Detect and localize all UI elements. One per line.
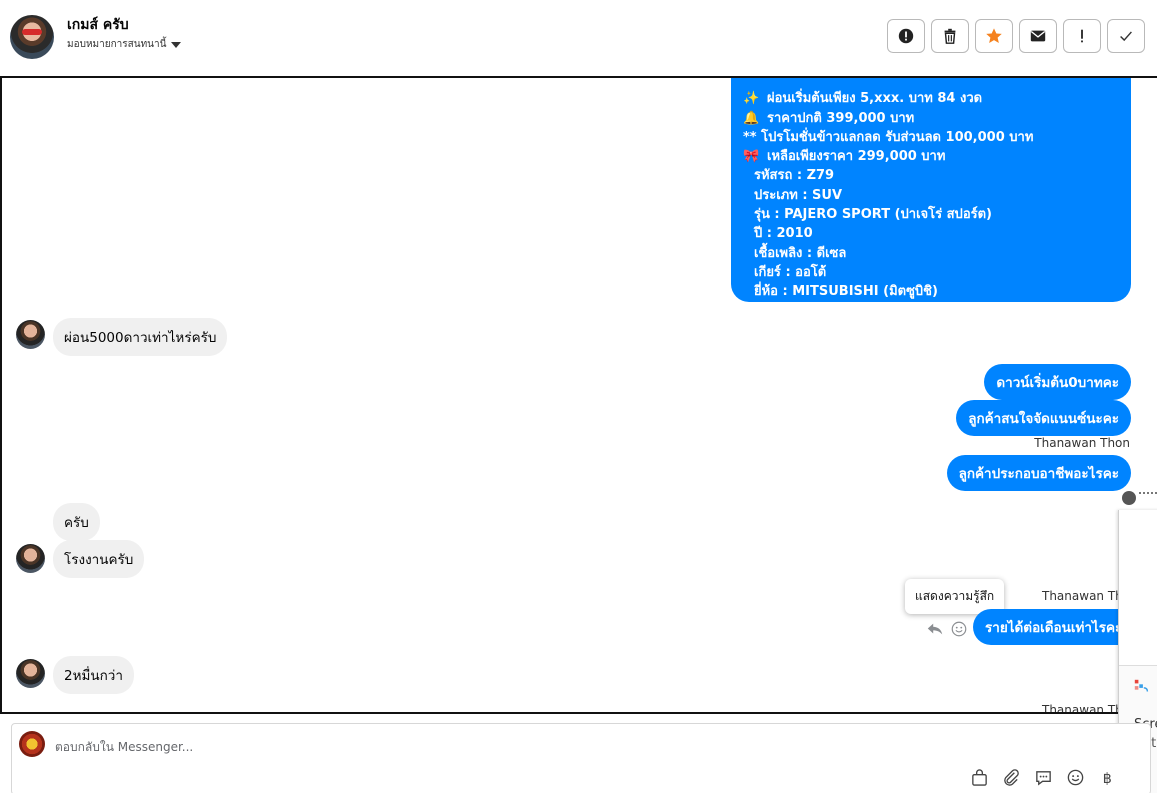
reply-input[interactable]: ตอบกลับใน Messenger... [55,738,193,757]
incoming-message[interactable]: ผ่อน5000ดาวเท่าไหร่ครับ [53,318,228,356]
offer-line: ** โปรโมชั่นข้าวแลกลด รับส่วนลด 100,000 … [743,128,1119,147]
check-icon [1120,31,1132,42]
follow-up-button[interactable] [1063,19,1101,53]
offer-line-text: ผ่อนเริ่มต้นเพียง 5,xxx. บาท 84 งวด [767,91,983,107]
outgoing-message[interactable]: รายได้ต่อเดือนเท่าไรคะ [973,609,1135,645]
offer-line: 🎀 เหลือเพียงราคา 299,000 บาท [743,147,1119,166]
contact-avatar[interactable] [10,15,54,59]
sender-name: Thanawan Tho [1042,589,1131,603]
assign-conversation-dropdown[interactable]: มอบหมายการสนทนานี้ [67,37,182,52]
contact-avatar-small[interactable] [16,320,45,349]
spam-button[interactable] [887,19,925,53]
trash-icon [944,28,956,44]
mini-avatar [1122,491,1136,505]
outgoing-message[interactable]: ดาวน์เริ่มต้น0บาทคะ [984,364,1131,400]
envelope-icon [1030,30,1046,42]
conversation-header: เกมส์ ครับ มอบหมายการสนทนานี้ [0,0,1157,76]
alert-circle-icon [898,28,914,44]
shopping-bag-icon[interactable] [970,768,989,787]
contact-avatar-small[interactable] [16,659,45,688]
bell-icon: 🔔 [743,110,760,126]
composer-toolbar: ฿ [970,768,1117,787]
incoming-message[interactable]: โรงงานครับ [53,540,145,578]
saved-reply-icon[interactable] [1034,768,1053,787]
spec-line: ประเภท : SUV [754,187,843,203]
offer-line: 🔔 ราคาปกติ 399,000 บาท [743,109,1119,128]
smiley-icon[interactable] [950,620,968,638]
paperclip-icon[interactable] [1002,768,1021,787]
spec-line: รหัสรถ : Z79 [754,168,835,184]
app-logo-icon [1134,679,1149,692]
offer-message-bubble[interactable]: ✨ ผ่อนเริ่มต้นเพียง 5,xxx. บาท 84 งวด 🔔 รา… [731,78,1131,302]
spec-line: เชื้อเพลิง : ดีเซล [754,245,847,261]
caret-down-icon [171,41,182,48]
offer-line [743,78,1119,89]
message-actions [926,620,968,638]
mark-unread-button[interactable] [1019,19,1057,53]
reply-composer[interactable]: ตอบกลับใน Messenger... ฿ [11,723,1151,793]
incoming-message[interactable]: ครับ [53,503,100,541]
ribbon-icon: 🎀 [743,149,760,165]
reply-icon[interactable] [926,620,944,638]
star-icon [986,28,1002,44]
contact-avatar-small[interactable] [16,544,45,573]
spec-line: ยี่ห้อ : MITSUBISHI (มิตซูบิชิ) [754,284,938,300]
offer-line: ✨ ผ่อนเริ่มต้นเพียง 5,xxx. บาท 84 งวด [743,89,1119,108]
spec-line: เกียร์ : ออโต้ [754,264,827,280]
outgoing-message[interactable]: ลูกค้าสนใจจัดแนนซ์นะคะ [956,400,1131,436]
contact-name[interactable]: เกมส์ ครับ [67,14,129,36]
assign-conversation-label: มอบหมายการสนทนานี้ [67,39,167,50]
offer-line-text: เหลือเพียงราคา 299,000 บาท [767,149,946,165]
offer-line-text: ราคาปกติ 399,000 บาท [767,110,915,126]
done-button[interactable] [1107,19,1145,53]
emoji-icon[interactable] [1066,768,1085,787]
sparkles-icon: ✨ [743,91,760,107]
sender-name: Thanawan Thon [1034,436,1130,450]
conversation-toolbar [887,19,1145,53]
message-thread[interactable]: ✨ ผ่อนเริ่มต้นเพียง 5,xxx. บาท 84 งวด 🔔 รา… [0,76,1157,714]
baht-payment-icon[interactable]: ฿ [1098,768,1117,787]
delete-button[interactable] [931,19,969,53]
incoming-message[interactable]: 2หมื่นกว่า [53,656,134,694]
exclamation-icon [1081,29,1083,43]
spec-line: รุ่น : PAJERO SPORT (ปาเจโร่ สปอร์ต) [754,207,992,223]
offer-line-text: ** โปรโมชั่นข้าวแลกลด รับส่วนลด 100,000 … [743,129,1034,145]
sender-name: Thanawan Tho [1042,703,1131,714]
mini-preview-text [1139,492,1157,500]
spec-line: ปี : 2010 [754,226,813,242]
svg-text:฿: ฿ [1103,771,1112,787]
page-avatar [19,731,45,757]
outgoing-message[interactable]: ลูกค้าประกอบอาชีพอะไรคะ [946,455,1131,491]
star-button[interactable] [975,19,1013,53]
